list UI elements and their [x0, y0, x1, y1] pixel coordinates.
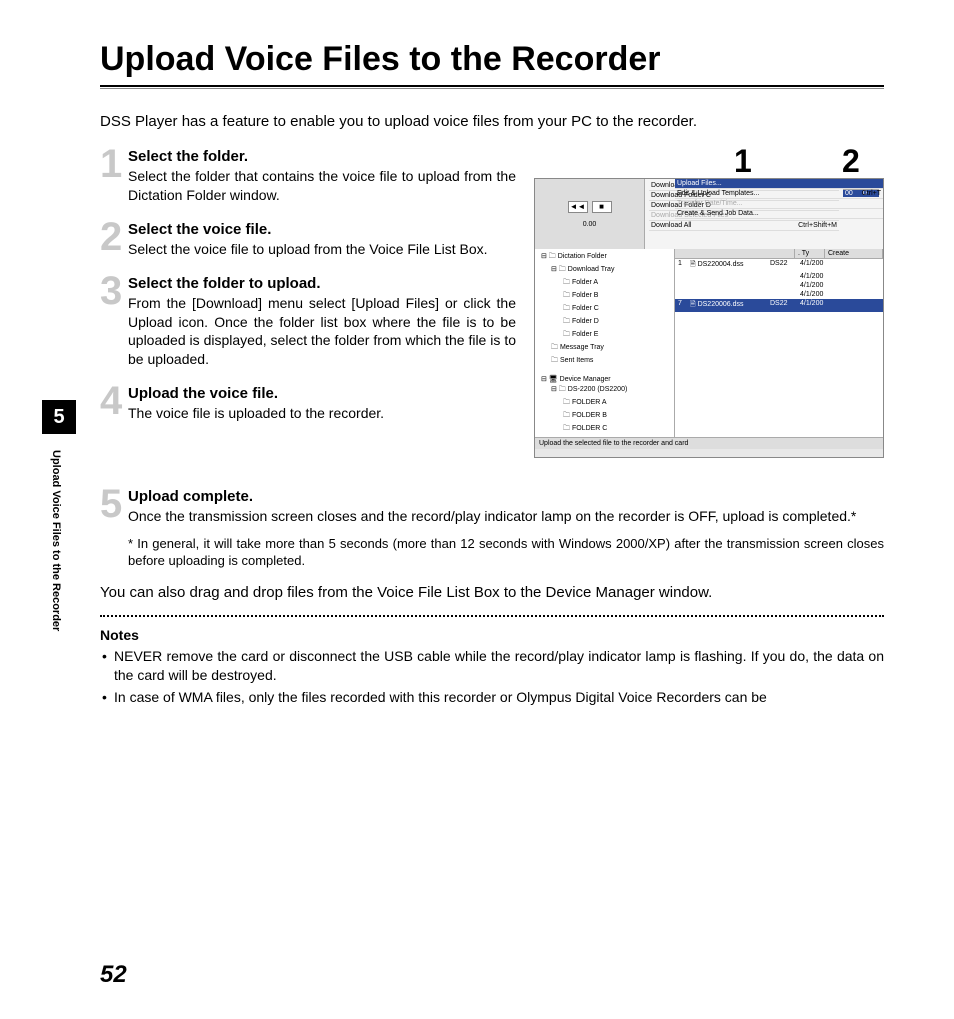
playback-panel: ◄◄ ■ 0.00: [535, 179, 645, 249]
menu-item-disabled: Transfer Date/Time...: [675, 199, 883, 209]
step-number: 5: [100, 484, 122, 524]
list-row[interactable]: 4/1/200: [675, 272, 883, 281]
list-row[interactable]: 4/1/200: [675, 290, 883, 299]
side-section-label: Upload Voice Files to the Recorder: [50, 450, 62, 631]
page-number: 52: [100, 961, 127, 989]
app-screenshot: ◄◄ ■ 0.00 Download Folder B Download Fol…: [534, 178, 884, 458]
step-body: Select the voice file to upload from the…: [128, 240, 516, 259]
step-number: 2: [100, 217, 122, 257]
step-heading: Select the folder to upload.: [128, 275, 516, 292]
rewind-button[interactable]: ◄◄: [568, 201, 588, 213]
list-row[interactable]: 4/1/200: [675, 281, 883, 290]
chapter-tab: 5: [42, 400, 76, 434]
folder-tree[interactable]: ⊟ 🗀 Dictation Folder ⊟ 🗀 Download Tray 🗀…: [535, 249, 675, 437]
note-item: In case of WMA files, only the files rec…: [100, 688, 884, 707]
step-2: 2 Select the voice file. Select the voic…: [100, 221, 516, 259]
step-number: 1: [100, 144, 122, 184]
step-number: 3: [100, 271, 122, 311]
step-body: The voice file is uploaded to the record…: [128, 404, 516, 423]
step-body: From the [Download] menu select [Upload …: [128, 294, 516, 370]
step-heading: Select the voice file.: [128, 221, 516, 238]
step-5: 5 Upload complete. Once the transmission…: [100, 488, 884, 526]
file-list[interactable]: Upload Files... Edit & Upload Templates.…: [675, 249, 883, 437]
note-item: NEVER remove the card or disconnect the …: [100, 647, 884, 685]
status-bar: Upload the selected file to the recorder…: [535, 437, 883, 449]
list-row[interactable]: 1🗎 DS220004.dssDS224/1/200: [675, 259, 883, 272]
step-heading: Select the folder.: [128, 148, 516, 165]
callout-2: 2: [842, 143, 860, 180]
menu-item[interactable]: Edit & Upload Templates...Ctrl+T: [675, 189, 883, 199]
step-3: 3 Select the folder to upload. From the …: [100, 275, 516, 370]
drag-drop-note: You can also drag and drop files from th…: [100, 584, 884, 601]
notes-heading: Notes: [100, 627, 884, 643]
menu-item[interactable]: Download AllCtrl+Shift+M: [649, 221, 839, 231]
step-body: Select the folder that contains the voic…: [128, 167, 516, 205]
stop-button[interactable]: ■: [592, 201, 612, 213]
intro-text: DSS Player has a feature to enable you t…: [100, 113, 884, 130]
step-heading: Upload the voice file.: [128, 385, 516, 402]
time-indicator: 0.00: [583, 221, 597, 228]
menu-item[interactable]: Create & Send Job Data...: [675, 209, 883, 219]
step-body: Once the transmission screen closes and …: [128, 507, 884, 526]
page-title: Upload Voice Files to the Recorder: [100, 40, 884, 79]
dotted-divider: [100, 615, 884, 617]
list-header: . Ty Create: [675, 249, 883, 259]
title-rule: [100, 85, 884, 89]
step-4: 4 Upload the voice file. The voice file …: [100, 385, 516, 423]
step-heading: Upload complete.: [128, 488, 884, 505]
callout-1: 1: [734, 143, 752, 180]
step-number: 4: [100, 381, 122, 421]
menu-item-upload-files[interactable]: Upload Files...: [675, 179, 883, 189]
list-row-selected[interactable]: 7🗎 DS220006.dssDS224/1/200: [675, 299, 883, 312]
step-1: 1 Select the folder. Select the folder t…: [100, 148, 516, 205]
footnote: * In general, it will take more than 5 s…: [128, 536, 884, 570]
